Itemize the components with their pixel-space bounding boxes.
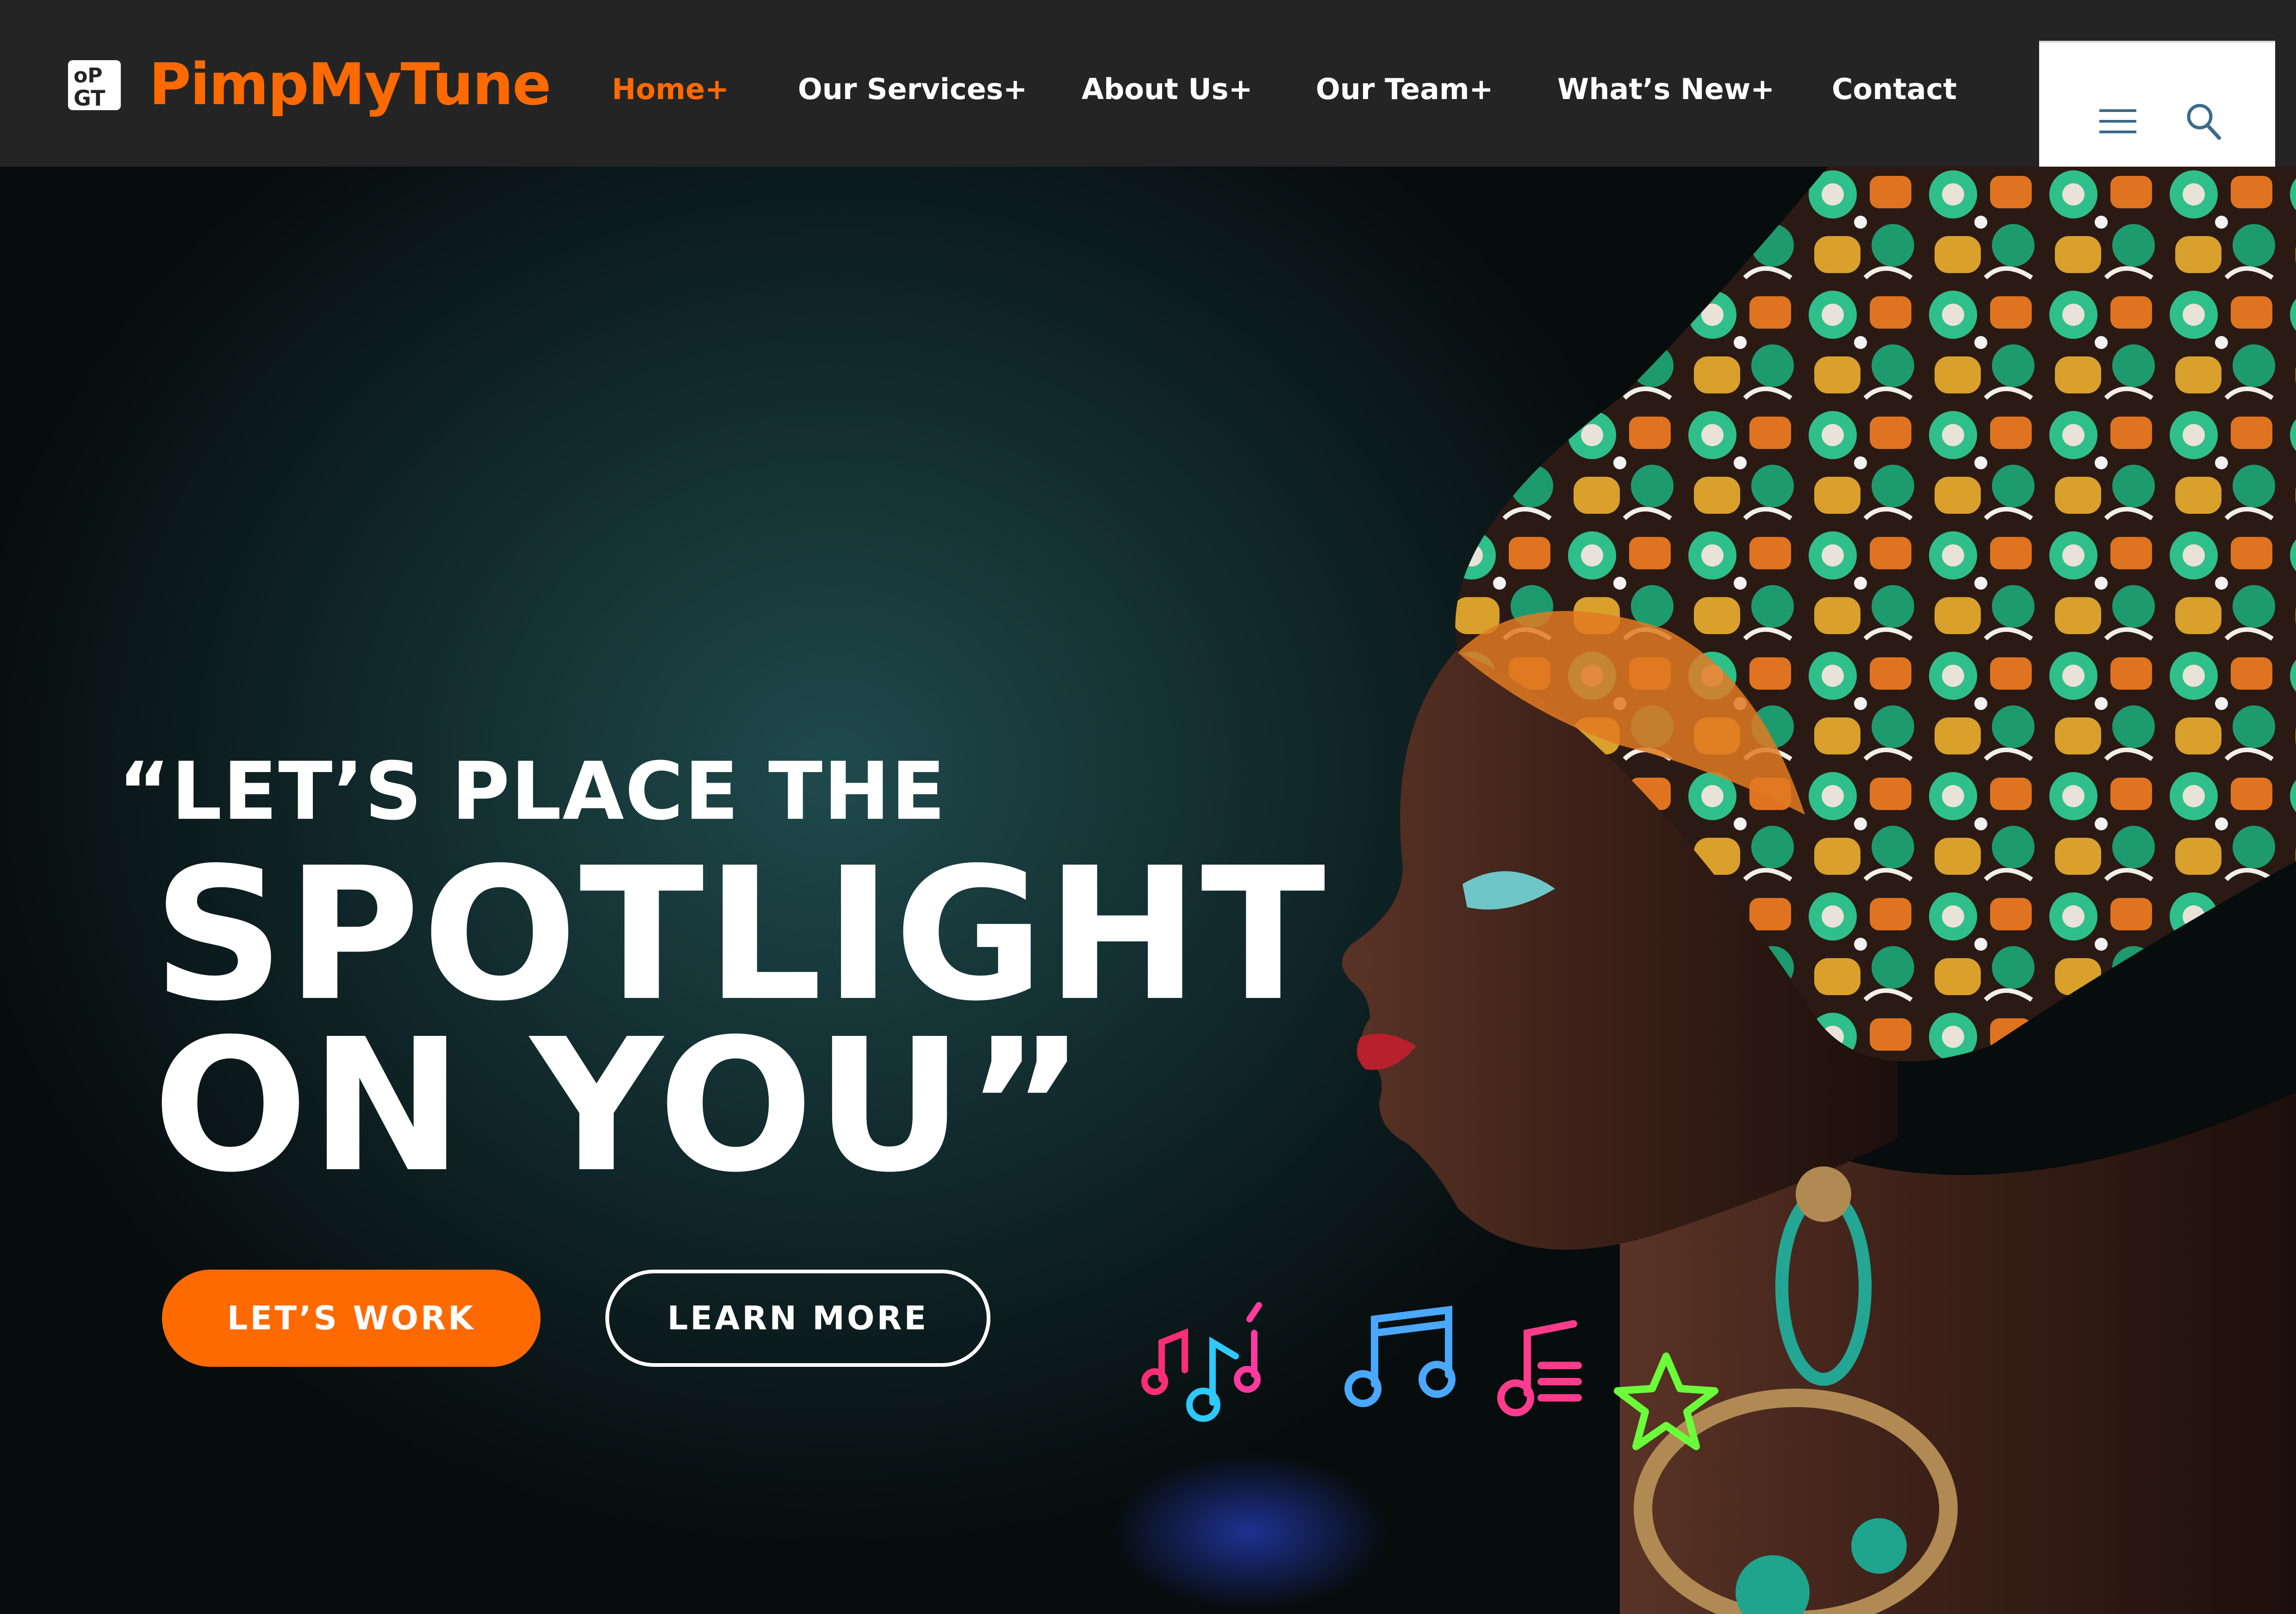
hamburger-menu-icon[interactable] <box>2099 107 2136 135</box>
music-note-neon-icon <box>1497 1320 1582 1416</box>
search-icon[interactable] <box>2185 102 2222 140</box>
nav-item-whats-new[interactable]: What’s New+ <box>1557 69 1774 110</box>
neon-music-decor <box>1141 1302 1718 1450</box>
top-navigation-bar: oP GT PimpMyTune Home+ Our Services+ Abo… <box>0 0 2296 168</box>
music-notes-neon-icon <box>1141 1302 1262 1422</box>
star-neon-icon <box>1614 1352 1718 1450</box>
svg-text:oP: oP <box>74 64 102 87</box>
nav-item-our-services[interactable]: Our Services+ <box>798 69 1027 110</box>
svg-text:GT: GT <box>74 86 106 111</box>
pmt-logo-icon[interactable]: oP GT <box>67 59 122 111</box>
hero-quote-line-1: “LET’S PLACE THE <box>118 745 946 838</box>
learn-more-button[interactable]: LEARN MORE <box>605 1270 990 1367</box>
nav-item-contact[interactable]: Contact <box>1832 69 1957 110</box>
hero-section: “LET’S PLACE THE SPOTLIGHT ON YOU” LET’S… <box>0 167 2296 1614</box>
nav-item-our-team[interactable]: Our Team+ <box>1316 69 1493 110</box>
nav-item-home[interactable]: Home+ <box>612 69 729 110</box>
hero-quote-line-3: ON YOU” <box>153 1000 1088 1213</box>
eighth-notes-neon-icon <box>1344 1305 1456 1407</box>
brand-name[interactable]: PimpMyTune <box>149 50 551 119</box>
utility-panel <box>2039 41 2275 168</box>
lets-work-button[interactable]: LET’S WORK <box>162 1270 541 1367</box>
nav-item-about-us[interactable]: About Us+ <box>1082 69 1253 110</box>
